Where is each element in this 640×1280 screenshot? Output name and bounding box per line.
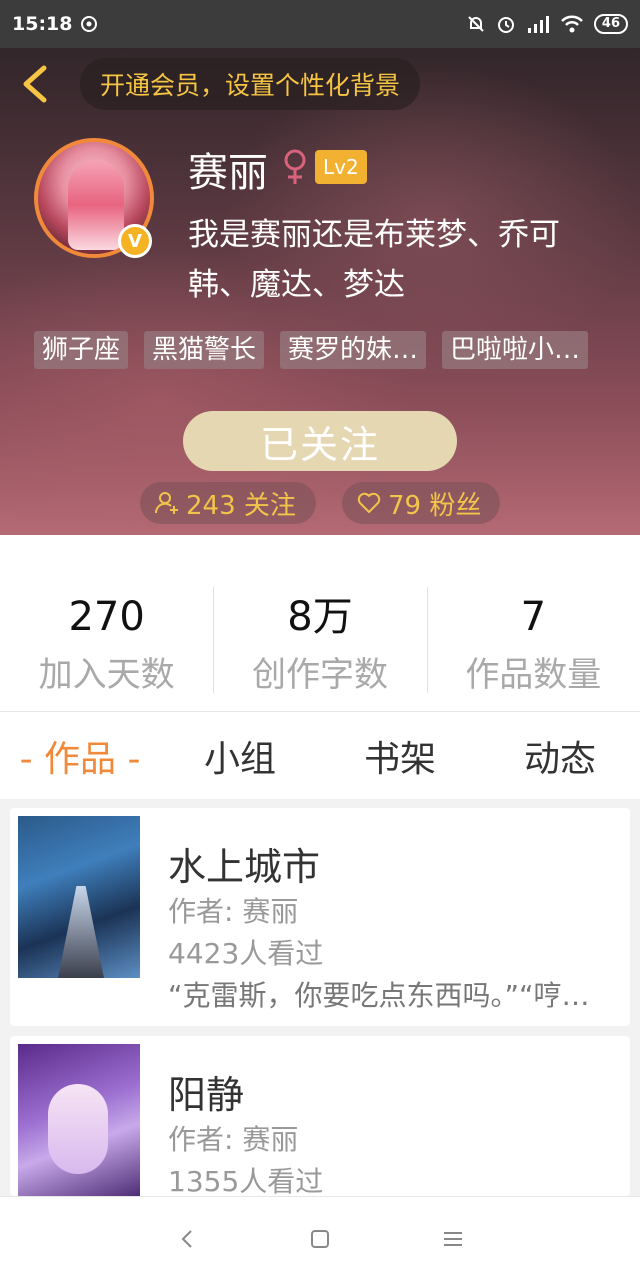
sync-icon bbox=[81, 16, 98, 32]
add-user-icon bbox=[154, 492, 178, 514]
stat-join-days: 270 加入天数 bbox=[0, 535, 213, 711]
stat-word-count: 8万 创作字数 bbox=[213, 535, 426, 711]
heart-icon bbox=[357, 492, 381, 513]
wifi-icon bbox=[561, 15, 583, 33]
stat-label: 作品数量 bbox=[465, 655, 602, 695]
back-arrow-icon[interactable] bbox=[16, 62, 56, 106]
stat-number: 8万 bbox=[287, 594, 353, 640]
nav-home-icon[interactable] bbox=[306, 1225, 334, 1253]
status-time: 15:18 bbox=[12, 13, 73, 35]
stats-row: 270 加入天数 8万 创作字数 7 作品数量 bbox=[0, 535, 640, 711]
tab-groups[interactable]: 小组 bbox=[160, 712, 320, 799]
following-label: 243 关注 bbox=[186, 490, 296, 521]
vip-background-prompt[interactable]: 开通会员，设置个性化背景 bbox=[80, 58, 421, 110]
book-author: 作者: 赛丽 bbox=[168, 895, 299, 928]
username: 赛丽 bbox=[188, 150, 268, 196]
level-badge: Lv2 bbox=[315, 150, 367, 184]
mute-bell-icon bbox=[468, 16, 484, 32]
tab-bookshelf[interactable]: 书架 bbox=[320, 712, 480, 799]
tab-works[interactable]: - 作品 - bbox=[0, 712, 160, 799]
book-excerpt: “克雷斯，你要吃点东西吗。”“哼… bbox=[168, 979, 590, 1012]
verified-badge: V bbox=[118, 224, 152, 258]
following-count[interactable]: 243 关注 bbox=[140, 482, 316, 524]
profile-tabs: - 作品 - 小组 书架 动态 bbox=[0, 711, 640, 799]
tag-item[interactable]: 巴啦啦小… bbox=[442, 331, 589, 369]
system-nav-bar bbox=[0, 1196, 640, 1280]
stat-number: 7 bbox=[520, 594, 547, 640]
tag-list: 狮子座 黑猫警长 赛罗的妹… 巴啦啦小… bbox=[34, 331, 640, 369]
followed-button[interactable]: 已关注 bbox=[183, 411, 457, 471]
book-views: 1355人看过 bbox=[168, 1165, 324, 1196]
tag-item[interactable]: 黑猫警长 bbox=[144, 331, 265, 369]
book-cover bbox=[18, 816, 140, 978]
cover-art bbox=[58, 886, 104, 978]
nav-back-icon[interactable] bbox=[173, 1225, 201, 1253]
avatar-figure bbox=[68, 160, 124, 250]
cover-art bbox=[48, 1084, 108, 1174]
stat-label: 创作字数 bbox=[251, 655, 388, 695]
list-item[interactable]: 阳静 作者: 赛丽 1355人看过 bbox=[10, 1036, 630, 1196]
book-views: 4423人看过 bbox=[168, 937, 324, 970]
book-title: 阳静 bbox=[168, 1073, 245, 1117]
book-cover bbox=[18, 1044, 140, 1196]
tag-item[interactable]: 赛罗的妹… bbox=[280, 331, 427, 369]
nav-menu-icon[interactable] bbox=[439, 1225, 467, 1253]
fans-count[interactable]: 79 粉丝 bbox=[342, 482, 500, 524]
book-author: 作者: 赛丽 bbox=[168, 1123, 299, 1156]
book-title: 水上城市 bbox=[168, 845, 321, 889]
status-icons: 46 bbox=[466, 14, 628, 34]
tab-activity[interactable]: 动态 bbox=[480, 712, 640, 799]
user-bio: 我是赛丽还是布莱梦、乔可韩、魔达、梦达 bbox=[188, 217, 560, 303]
list-item[interactable]: 水上城市 作者: 赛丽 4423人看过 “克雷斯，你要吃点东西吗。”“哼… bbox=[10, 808, 630, 1026]
tag-item[interactable]: 狮子座 bbox=[34, 331, 129, 369]
battery-indicator: 46 bbox=[593, 14, 628, 34]
status-bar: 15:18 46 bbox=[0, 0, 640, 48]
signal-icon bbox=[527, 16, 549, 33]
female-icon bbox=[284, 149, 306, 184]
stat-number: 270 bbox=[68, 594, 145, 640]
fans-label: 79 粉丝 bbox=[388, 490, 482, 521]
alarm-icon bbox=[497, 17, 514, 33]
stat-label: 加入天数 bbox=[38, 655, 175, 695]
stat-works-count: 7 作品数量 bbox=[426, 535, 640, 711]
